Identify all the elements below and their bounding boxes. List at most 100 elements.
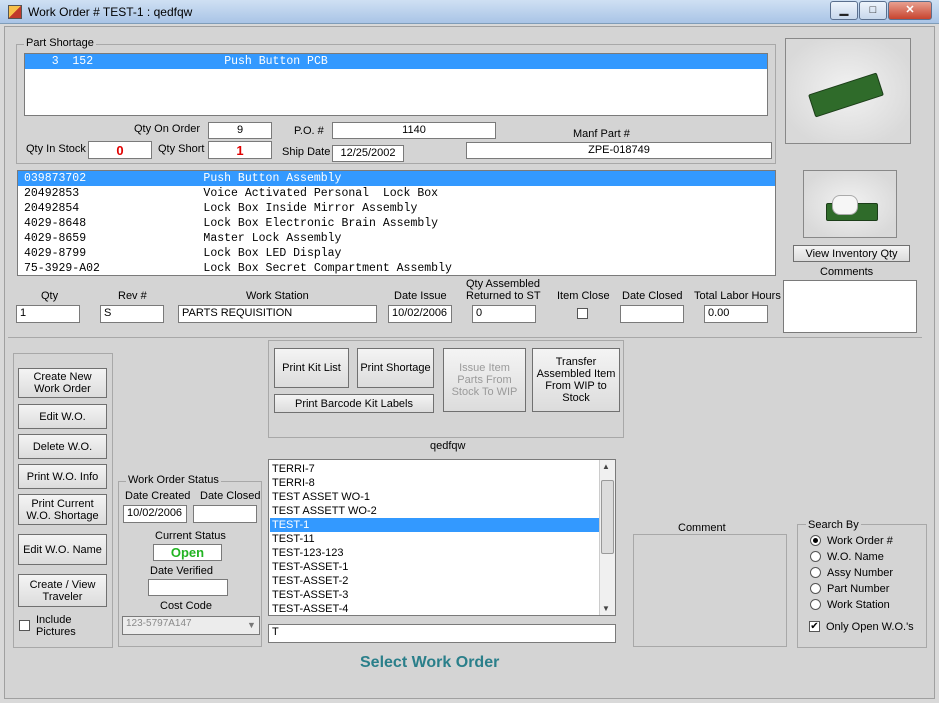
search-option-label: W.O. Name bbox=[827, 551, 884, 563]
list-item[interactable]: TEST-ASSET-4 bbox=[270, 602, 599, 615]
ship-date-label: Ship Date bbox=[282, 146, 331, 158]
returned-to-st-label: Returned to ST bbox=[466, 290, 541, 302]
search-option-label: Part Number bbox=[827, 583, 890, 595]
list-item[interactable]: TEST-ASSET-1 bbox=[270, 560, 599, 574]
qty-field[interactable]: 1 bbox=[16, 305, 80, 323]
po-field[interactable]: 1140 bbox=[332, 122, 496, 139]
work-station-field[interactable]: PARTS REQUISITION bbox=[178, 305, 377, 323]
create-view-traveler-button[interactable]: Create / View Traveler bbox=[18, 574, 107, 607]
only-open-checkbox[interactable]: ✔ bbox=[809, 621, 820, 632]
part-shortage-list[interactable]: 3 152 Push Button PCB bbox=[24, 53, 768, 116]
date-issue-field[interactable]: 10/02/2006 bbox=[388, 305, 452, 323]
item-close-checkbox[interactable] bbox=[577, 308, 588, 319]
returned-field[interactable]: 0 bbox=[472, 305, 536, 323]
list-item[interactable]: TERRI-7 bbox=[270, 462, 599, 476]
list-item[interactable]: 3 152 Push Button PCB bbox=[25, 54, 767, 69]
current-status-label: Current Status bbox=[155, 530, 226, 542]
comments-label: Comments bbox=[820, 266, 874, 278]
edit-wo-button[interactable]: Edit W.O. bbox=[18, 404, 107, 429]
ship-date-field[interactable]: 12/25/2002 bbox=[332, 145, 404, 162]
edit-wo-name-button[interactable]: Edit W.O. Name bbox=[18, 534, 107, 565]
list-item[interactable]: 4029-8659 Master Lock Assembly bbox=[18, 231, 775, 246]
search-option-label: Work Order # bbox=[827, 535, 893, 547]
print-wo-info-button[interactable]: Print W.O. Info bbox=[18, 464, 107, 489]
window-title: Work Order # TEST-1 : qedfqw bbox=[28, 5, 193, 19]
scroll-thumb[interactable] bbox=[601, 480, 614, 554]
chevron-down-icon[interactable]: ▼ bbox=[244, 617, 259, 634]
date-issue-label: Date Issue bbox=[394, 290, 447, 302]
comments-field[interactable] bbox=[783, 280, 917, 333]
maximize-button[interactable]: □ bbox=[859, 1, 887, 20]
search-radio-work-station[interactable] bbox=[810, 599, 821, 610]
qty-short-label: Qty Short bbox=[158, 143, 205, 155]
date-created-field[interactable]: 10/02/2006 bbox=[123, 505, 187, 523]
search-radio-wo-name[interactable] bbox=[810, 551, 821, 562]
delete-wo-button[interactable]: Delete W.O. bbox=[18, 434, 107, 459]
labor-hours-field[interactable]: 0.00 bbox=[704, 305, 768, 323]
date-created-label: Date Created bbox=[125, 490, 191, 502]
list-item[interactable]: 20492854 Lock Box Inside Mirror Assembly bbox=[18, 201, 775, 216]
create-work-order-button[interactable]: Create New Work Order bbox=[18, 368, 107, 398]
date-verified-field[interactable] bbox=[148, 579, 228, 596]
qty-label: Qty bbox=[41, 290, 59, 302]
comment-field[interactable] bbox=[633, 534, 787, 647]
list-item[interactable]: 4029-8799 Lock Box LED Display bbox=[18, 246, 775, 261]
app-icon bbox=[8, 5, 22, 19]
work-order-list[interactable]: TERRI-7 TERRI-8 TEST ASSET WO-1 TEST ASS… bbox=[268, 459, 616, 616]
qty-on-order-field[interactable]: 9 bbox=[208, 122, 272, 139]
print-kit-list-button[interactable]: Print Kit List bbox=[274, 348, 349, 388]
search-by-legend: Search By bbox=[806, 519, 861, 531]
manf-part-field[interactable]: ZPE-018749 bbox=[466, 142, 772, 159]
scroll-down-icon[interactable]: ▼ bbox=[602, 604, 610, 613]
list-item[interactable]: TEST-123-123 bbox=[270, 546, 599, 560]
select-work-order-heading: Select Work Order bbox=[360, 654, 500, 671]
only-open-label: Only Open W.O.'s bbox=[826, 621, 914, 633]
push-button-image bbox=[832, 195, 858, 215]
search-radio-assy-number[interactable] bbox=[810, 567, 821, 578]
print-shortage-button[interactable]: Print Shortage bbox=[357, 348, 434, 388]
scroll-up-icon[interactable]: ▲ bbox=[602, 462, 610, 471]
close-button[interactable]: ✕ bbox=[888, 1, 932, 20]
list-item[interactable]: TEST-11 bbox=[270, 532, 599, 546]
date-closed-label: Date Closed bbox=[622, 290, 683, 302]
manf-part-label: Manf Part # bbox=[573, 128, 630, 140]
issue-item-button[interactable]: Issue Item Parts From Stock To WIP bbox=[443, 348, 526, 412]
search-radio-wo-number[interactable] bbox=[810, 535, 821, 546]
include-pictures-label: Include Pictures bbox=[36, 614, 76, 638]
item-close-label: Item Close bbox=[557, 290, 610, 302]
minimize-button[interactable]: ▁ bbox=[830, 1, 858, 20]
current-status-field: Open bbox=[153, 544, 222, 561]
cost-code-select[interactable]: 123-5797A147 bbox=[122, 616, 260, 635]
list-item[interactable]: TEST ASSETT WO-2 bbox=[270, 504, 599, 518]
wo-filter-input[interactable]: T bbox=[268, 624, 616, 643]
assembly-list[interactable]: 039873702 Push Button Assembly 20492853 … bbox=[17, 170, 776, 276]
include-pictures-checkbox[interactable] bbox=[19, 620, 30, 631]
wo-list-title: qedfqw bbox=[430, 440, 466, 452]
print-wo-shortage-button[interactable]: Print Current W.O. Shortage bbox=[18, 494, 107, 525]
list-item[interactable]: TEST-ASSET-3 bbox=[270, 588, 599, 602]
cost-code-label: Cost Code bbox=[160, 600, 212, 612]
qty-short-field[interactable]: 1 bbox=[208, 141, 272, 159]
qty-in-stock-label: Qty In Stock bbox=[26, 143, 86, 155]
list-item[interactable]: TERRI-8 bbox=[270, 476, 599, 490]
list-item[interactable]: 039873702 Push Button Assembly bbox=[18, 171, 775, 186]
list-item[interactable]: 4029-8648 Lock Box Electronic Brain Asse… bbox=[18, 216, 775, 231]
list-item[interactable]: TEST-1 bbox=[270, 518, 599, 532]
rev-field[interactable]: S bbox=[100, 305, 164, 323]
list-item[interactable]: 20492853 Voice Activated Personal Lock B… bbox=[18, 186, 775, 201]
print-barcode-button[interactable]: Print Barcode Kit Labels bbox=[274, 394, 434, 413]
qty-on-order-label: Qty On Order bbox=[134, 123, 201, 135]
view-inventory-button[interactable]: View Inventory Qty bbox=[793, 245, 910, 262]
transfer-button[interactable]: Transfer Assembled Item From WIP to Stoc… bbox=[532, 348, 620, 412]
list-item[interactable]: 75-3929-A02 Lock Box Secret Compartment … bbox=[18, 261, 775, 275]
qty-assembled-label: Qty Assembled bbox=[466, 278, 540, 290]
list-item[interactable]: TEST-ASSET-2 bbox=[270, 574, 599, 588]
part-shortage-legend: Part Shortage bbox=[24, 37, 96, 49]
scrollbar[interactable]: ▲ ▼ bbox=[599, 460, 615, 615]
date-closed-field[interactable] bbox=[620, 305, 684, 323]
work-station-label: Work Station bbox=[246, 290, 309, 302]
list-item[interactable]: TEST ASSET WO-1 bbox=[270, 490, 599, 504]
search-radio-part-number[interactable] bbox=[810, 583, 821, 594]
qty-in-stock-field[interactable]: 0 bbox=[88, 141, 152, 159]
status-date-closed-field[interactable] bbox=[193, 505, 257, 523]
